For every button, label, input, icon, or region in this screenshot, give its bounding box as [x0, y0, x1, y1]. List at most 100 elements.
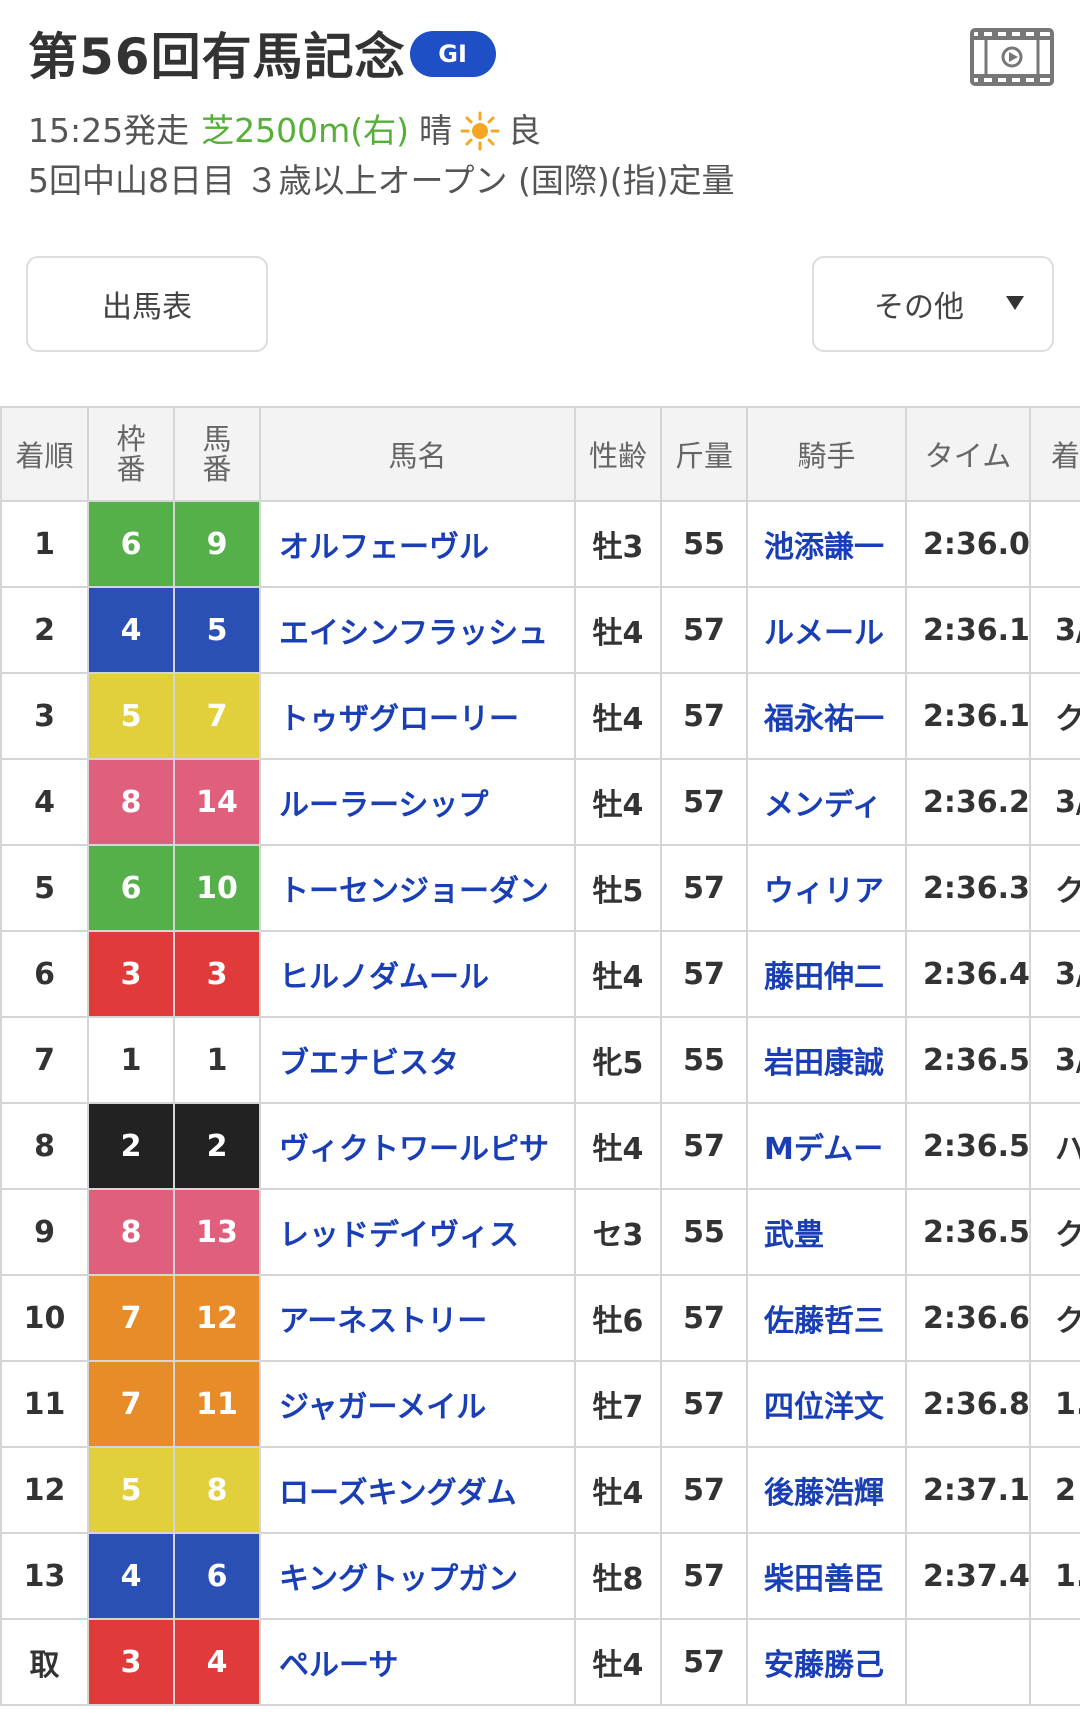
time-cell: 2:36.8 — [905, 1360, 1031, 1448]
waku-cell: 3 — [87, 930, 175, 1018]
waku-cell: 3 — [87, 1618, 175, 1706]
horse-name-link[interactable]: オルフェーヴル — [259, 500, 576, 588]
table-row: 12 5 8 ローズキングダム 牡4 57 後藤浩輝 2:37.1 2 — [0, 1446, 1080, 1534]
margin-cell: 1.1 — [1029, 1360, 1080, 1448]
horse-name-link[interactable]: ヴィクトワールピサ — [259, 1102, 576, 1190]
waku-cell: 5 — [87, 1446, 175, 1534]
margin-cell — [1029, 1618, 1080, 1706]
umaban-cell: 4 — [173, 1618, 261, 1706]
jockey-link[interactable]: 安藤勝己 — [746, 1618, 907, 1706]
rank-cell: 4 — [0, 758, 89, 846]
weight-cell: 57 — [660, 1274, 748, 1362]
horse-name-link[interactable]: レッドデイヴィス — [259, 1188, 576, 1276]
umaban-cell: 14 — [173, 758, 261, 846]
sun-icon — [460, 111, 500, 151]
weight-cell: 57 — [660, 1618, 748, 1706]
horse-name-link[interactable]: ルーラーシップ — [259, 758, 576, 846]
sexage-cell: 牡4 — [574, 672, 662, 760]
header-horse: 馬名 — [259, 406, 576, 502]
table-row: 245エイシンフラッシュ牡457ルメール2:36.13/ — [0, 586, 1080, 674]
umaban-cell: 2 — [173, 1102, 261, 1190]
jockey-link[interactable]: ウィリア — [746, 844, 907, 932]
horse-name-link[interactable]: トーセンジョーダン — [259, 844, 576, 932]
jockey-link[interactable]: 柴田善臣 — [746, 1532, 907, 1620]
margin-cell: ハ — [1029, 1102, 1080, 1190]
time-cell: 2:36.1 — [905, 586, 1031, 674]
header-margin: 着差 — [1029, 406, 1080, 502]
sexage-cell: 牝5 — [574, 1016, 662, 1104]
jockey-link[interactable]: Mデムー — [746, 1102, 907, 1190]
horse-name-link[interactable]: ローズキングダム — [259, 1446, 576, 1534]
margin-cell: 3/ — [1029, 930, 1080, 1018]
jockey-link[interactable]: 藤田伸二 — [746, 930, 907, 1018]
table-row: 1346キングトップガン牡857柴田善臣2:37.41.3 — [0, 1532, 1080, 1620]
time-cell: 2:37.1 — [905, 1446, 1031, 1534]
table-row: 11711ジャガーメイル牡757四位洋文2:36.81.1 — [0, 1360, 1080, 1448]
jockey-link[interactable]: 武豊 — [746, 1188, 907, 1276]
waku-cell: 6 — [87, 500, 175, 588]
rank-cell: 12 — [0, 1446, 89, 1534]
horse-name-link[interactable]: キングトップガン — [259, 1532, 576, 1620]
weight-cell: 57 — [660, 586, 748, 674]
start-time: 15:25発走 — [28, 111, 190, 150]
video-icon[interactable] — [970, 28, 1054, 86]
title-row: 第56回有馬記念 GI — [28, 22, 496, 92]
horse-name-link[interactable]: トゥザグローリー — [259, 672, 576, 760]
jockey-link[interactable]: 後藤浩輝 — [746, 1446, 907, 1534]
horse-name-link[interactable]: ヒルノダムール — [259, 930, 576, 1018]
horse-name-link[interactable]: ジャガーメイル — [259, 1360, 576, 1448]
sexage-cell: 牡5 — [574, 844, 662, 932]
weight-cell: 55 — [660, 1188, 748, 1276]
time-cell: 2:36.2 — [905, 758, 1031, 846]
table-row: 5610トーセンジョーダン牡557ウィリア2:36.3ク — [0, 844, 1080, 932]
waku-cell: 4 — [87, 586, 175, 674]
jockey-link[interactable]: 四位洋文 — [746, 1360, 907, 1448]
time-cell: 2:37.4 — [905, 1532, 1031, 1620]
header-umaban-label: 馬番 — [202, 422, 232, 486]
waku-cell: 7 — [87, 1360, 175, 1448]
jockey-link[interactable]: 岩田康誠 — [746, 1016, 907, 1104]
margin-cell: 3/ — [1029, 1016, 1080, 1104]
rank-cell: 6 — [0, 930, 89, 1018]
horse-name-link[interactable]: ペルーサ — [259, 1618, 576, 1706]
waku-cell: 2 — [87, 1102, 175, 1190]
table-row: 822ヴィクトワールピサ牡457Mデムー2:36.5ハ — [0, 1102, 1080, 1190]
waku-cell: 6 — [87, 844, 175, 932]
time-cell: 2:36.6 — [905, 1274, 1031, 1362]
dropdown-arrow-icon — [1006, 296, 1024, 310]
table-row: 10712アーネストリー牡657佐藤哲三2:36.6ク — [0, 1274, 1080, 1362]
jockey-link[interactable]: 福永祐一 — [746, 672, 907, 760]
sexage-cell: 牡6 — [574, 1274, 662, 1362]
entries-button[interactable]: 出馬表 — [26, 256, 268, 352]
horse-name-link[interactable]: エイシンフラッシュ — [259, 586, 576, 674]
horse-name-link[interactable]: ブエナビスタ — [259, 1016, 576, 1104]
jockey-link[interactable]: ルメール — [746, 586, 907, 674]
sexage-cell: 牡8 — [574, 1532, 662, 1620]
rank-cell: 3 — [0, 672, 89, 760]
table-row: 4814ルーラーシップ牡457メンディ2:36.23/ — [0, 758, 1080, 846]
rank-cell: 10 — [0, 1274, 89, 1362]
jockey-link[interactable]: 池添謙一 — [746, 500, 907, 588]
sexage-cell: 牡4 — [574, 930, 662, 1018]
other-dropdown-label: その他 — [874, 290, 964, 325]
jockey-link[interactable]: メンディ — [746, 758, 907, 846]
margin-cell: ク — [1029, 672, 1080, 760]
weight-cell: 57 — [660, 758, 748, 846]
header-rank: 着順 — [0, 406, 89, 502]
other-dropdown[interactable]: その他 — [812, 256, 1054, 352]
jockey-link[interactable]: 佐藤哲三 — [746, 1274, 907, 1362]
margin-cell: ク — [1029, 1188, 1080, 1276]
header-weight: 斤量 — [660, 406, 748, 502]
waku-cell: 8 — [87, 1188, 175, 1276]
umaban-cell: 12 — [173, 1274, 261, 1362]
race-details: 5回中山8日目 ３歳以上オープン (国際)(指)定量 — [28, 161, 735, 200]
rank-cell: 11 — [0, 1360, 89, 1448]
umaban-cell: 1 — [173, 1016, 261, 1104]
umaban-cell: 13 — [173, 1188, 261, 1276]
horse-name-link[interactable]: アーネストリー — [259, 1274, 576, 1362]
time-cell: 2:36.0 — [905, 500, 1031, 588]
time-cell: 2:36.5 — [905, 1102, 1031, 1190]
header-waku: 枠番 — [87, 406, 175, 502]
umaban-cell: 9 — [173, 500, 261, 588]
results-table: 着順 枠番 馬番 馬名 性齢 斤量 騎手 タイム 着差 169オルフェーヴル牡3… — [0, 406, 1080, 1706]
